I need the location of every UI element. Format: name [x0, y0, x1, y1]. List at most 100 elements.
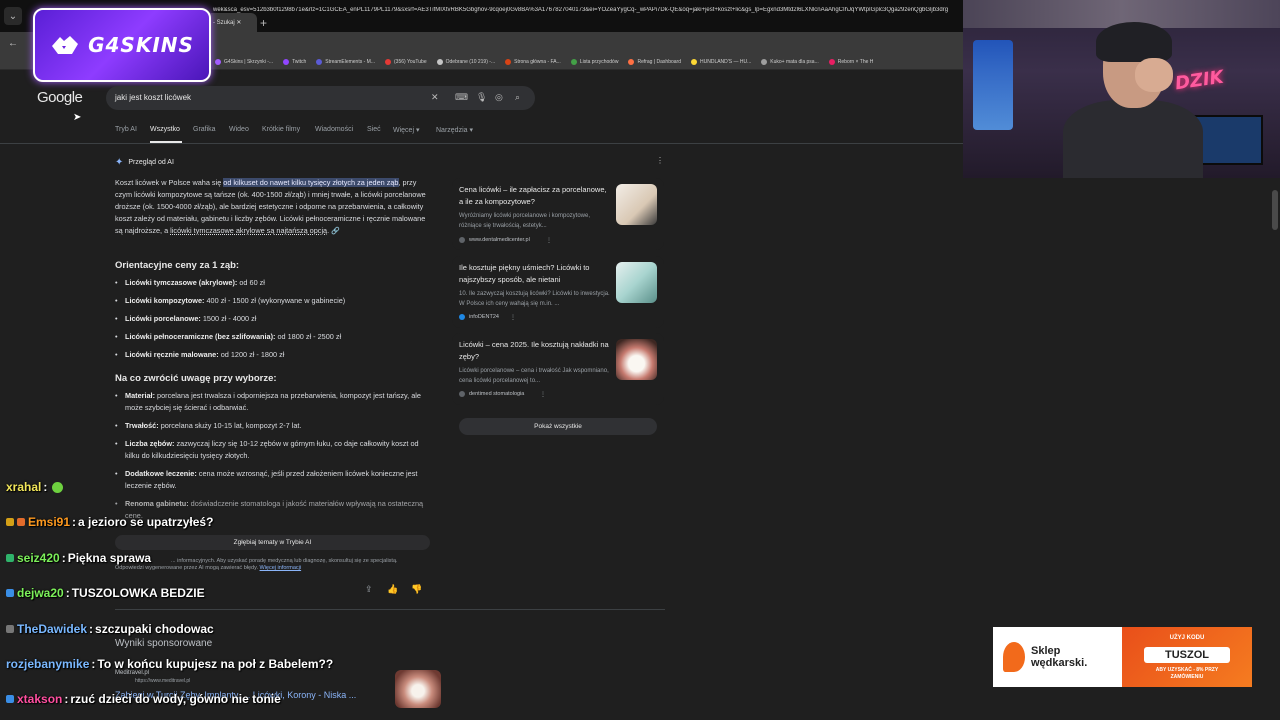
- more-options-icon[interactable]: ⋮: [510, 314, 516, 321]
- brand-line: wędkarski.: [1031, 657, 1088, 669]
- chat-username: TheDawidek: [17, 622, 88, 636]
- tab-search-icon[interactable]: ⌄: [4, 7, 22, 25]
- promo-label: UŻYJ KODU: [1169, 635, 1205, 641]
- source-title[interactable]: Cena licówki – ile zapłacisz za porcelan…: [459, 184, 611, 208]
- bookmark-icon: [316, 58, 323, 65]
- link-icon[interactable]: 🔗: [331, 228, 340, 235]
- chat-text: TUSZOLOWKA BEDZIE: [71, 586, 205, 600]
- wolf-icon: [52, 36, 79, 54]
- tab-tools[interactable]: Narzędzia ▾: [436, 126, 473, 134]
- tab-short-videos[interactable]: Krótkie filmy: [262, 126, 300, 133]
- lens-icon[interactable]: ◎: [495, 92, 503, 103]
- ad-url[interactable]: https://www.meditravel.pl: [135, 678, 190, 684]
- show-all-button[interactable]: Pokaż wszystkie: [459, 418, 657, 435]
- source-site-label: infoDENT24: [469, 314, 499, 320]
- ai-overview-header: ✦ Przegląd od AI: [115, 157, 174, 168]
- chat-username: dejwa20: [17, 586, 64, 600]
- bookmark[interactable]: Odebrane (10 219) -...: [436, 58, 495, 65]
- neon-sign: DZIK: [1173, 66, 1225, 95]
- brand-line: Sklep: [1031, 645, 1061, 657]
- source-snippet: Licówki porcelanowe – cena i trwałość Ja…: [459, 368, 609, 384]
- source-site-label: www.dentalmedicenter.pl: [469, 237, 530, 243]
- bookmark[interactable]: HUNDLAND'S — HU...: [691, 58, 751, 65]
- tab-web[interactable]: Sieć: [367, 126, 381, 133]
- youtube-icon: [385, 58, 391, 65]
- ai-mode-button[interactable]: Zgłębiaj tematy w Trybie AI: [115, 535, 430, 550]
- item-label: Dodatkowe leczenie:: [125, 469, 197, 478]
- new-tab-icon[interactable]: +: [260, 16, 267, 30]
- chat-text: rzuć dzieci do wody, gówno nie tonie: [70, 692, 281, 706]
- tab-images[interactable]: Grafika: [193, 126, 216, 133]
- chat-username: seiz420: [17, 551, 60, 565]
- source-snippet: Wyróżniamy licówki porcelanowe i kompozy…: [459, 213, 590, 229]
- sponsor-banner: Sklep wędkarski. UŻYJ KODU TUSZOL ABY UZ…: [993, 627, 1252, 687]
- list-item: Trwałość: porcelana służy 10-15 lat, kom…: [115, 420, 433, 432]
- search-box[interactable]: jaki jest koszt licówek ✕ ⌨ 🎙 ◎ ⌕: [106, 86, 535, 110]
- ad-thumbnail[interactable]: [395, 670, 441, 708]
- page-scrollbar[interactable]: [1272, 190, 1278, 230]
- bookmark-label: Kuko+ mata dla psa...: [770, 58, 819, 65]
- site-favicon-icon: [459, 391, 465, 397]
- back-icon[interactable]: ←: [8, 38, 18, 49]
- item-value: od 1800 zł - 2500 zł: [275, 332, 342, 341]
- tab-video[interactable]: Wideo: [229, 126, 249, 133]
- webcam-background: [973, 40, 1013, 130]
- more-options-icon[interactable]: ⋮: [540, 391, 546, 398]
- item-value: porcelana służy 10-15 lat, kompozyt 2-7 …: [158, 421, 302, 430]
- source-title[interactable]: Licówki – cena 2025. Ile kosztują nakład…: [459, 339, 611, 363]
- browser-tab-active[interactable]: - Szukaj ✕: [205, 13, 257, 32]
- bookmark[interactable]: Twitch: [283, 58, 306, 65]
- bookmark[interactable]: Strona główna - FA...: [505, 58, 561, 65]
- item-label: Licówki porcelanowe:: [125, 314, 201, 323]
- search-icon[interactable]: ⌕: [515, 92, 520, 103]
- source-card[interactable]: Cena licówki – ile zapłacisz za porcelan…: [452, 178, 664, 250]
- keyboard-icon[interactable]: ⌨: [455, 92, 468, 103]
- tab-ai-mode[interactable]: Tryb AI: [115, 126, 137, 133]
- bookmark-icon: [505, 58, 512, 65]
- bookmark[interactable]: Kuko+ mata dla psa...: [761, 58, 819, 65]
- more-options-icon[interactable]: ⋮: [656, 156, 664, 165]
- bookmark[interactable]: Lista przychodów: [570, 58, 618, 65]
- chat-username: rozjebanymike: [6, 657, 90, 671]
- thumbs-up-icon[interactable]: 👍: [387, 584, 398, 595]
- list-item: Liczba zębów: zazwyczaj liczy się 10-12 …: [115, 438, 433, 462]
- source-thumbnail[interactable]: [616, 339, 657, 380]
- source-card[interactable]: Ile kosztuje piękny uśmiech? Licówki to …: [452, 256, 664, 328]
- tab-all[interactable]: Wszystko: [150, 126, 180, 133]
- source-site-label: dentimed stomatologia: [469, 391, 525, 397]
- fish-hook-logo-icon: [1003, 642, 1025, 672]
- thumbs-down-icon[interactable]: 👎: [411, 584, 422, 595]
- microphone-icon[interactable]: 🎙: [476, 92, 487, 103]
- tab-news[interactable]: Wiadomości: [315, 126, 353, 133]
- item-label: Licówki ręcznie malowane:: [125, 350, 219, 359]
- google-logo[interactable]: Google: [37, 89, 83, 106]
- bookmark-label: (356) YouTube: [394, 58, 427, 65]
- bookmark[interactable]: (356) YouTube: [385, 58, 427, 65]
- source-thumbnail[interactable]: [616, 184, 657, 225]
- chat-text: To w końcu kupujesz na poł z Babelem??: [97, 657, 334, 671]
- ai-overview-summary: Koszt licówek w Polsce waha się od kilku…: [115, 177, 433, 238]
- bookmark[interactable]: Reborn × The H: [828, 58, 873, 65]
- source-thumbnail[interactable]: [616, 262, 657, 303]
- source-title[interactable]: Ile kosztuje piękny uśmiech? Licówki to …: [459, 262, 611, 286]
- bookmark-icon: [570, 58, 577, 65]
- g4skins-logo-overlay: G4SKINS: [33, 8, 211, 82]
- search-input[interactable]: jaki jest koszt licówek: [115, 93, 191, 102]
- bookmark[interactable]: G4Skins | Skrzynki -...: [215, 58, 273, 65]
- learn-more-link[interactable]: Więcej informacji: [260, 565, 302, 571]
- item-value: porcelana jest trwalsza i odporniejsza n…: [125, 391, 421, 412]
- tab-more[interactable]: Więcej ▾: [393, 126, 419, 134]
- source-card[interactable]: Licówki – cena 2025. Ile kosztują nakład…: [452, 333, 664, 405]
- share-icon[interactable]: ⇪: [365, 584, 373, 595]
- clear-icon[interactable]: ✕: [431, 92, 439, 103]
- bookmark[interactable]: Refrag | Dashboard: [628, 58, 681, 65]
- badge-icon: [6, 625, 14, 633]
- bookmark[interactable]: StreamElements - M...: [316, 58, 375, 65]
- address-bar[interactable]: wek&sca_esv=512b3b0f1298b71e&rlz=1C1GCEA…: [213, 7, 963, 13]
- more-options-icon[interactable]: ⋮: [546, 237, 552, 244]
- webcam-person: [1135, 58, 1173, 92]
- item-value: 400 zł - 1500 zł (wykonywane w gabinecie…: [204, 296, 346, 305]
- item-value: od 60 zł: [237, 278, 265, 287]
- chat-username: xtakson: [17, 692, 63, 706]
- summary-linked-text[interactable]: licówki tymczasowe akrylowe są najtańszą…: [170, 226, 327, 235]
